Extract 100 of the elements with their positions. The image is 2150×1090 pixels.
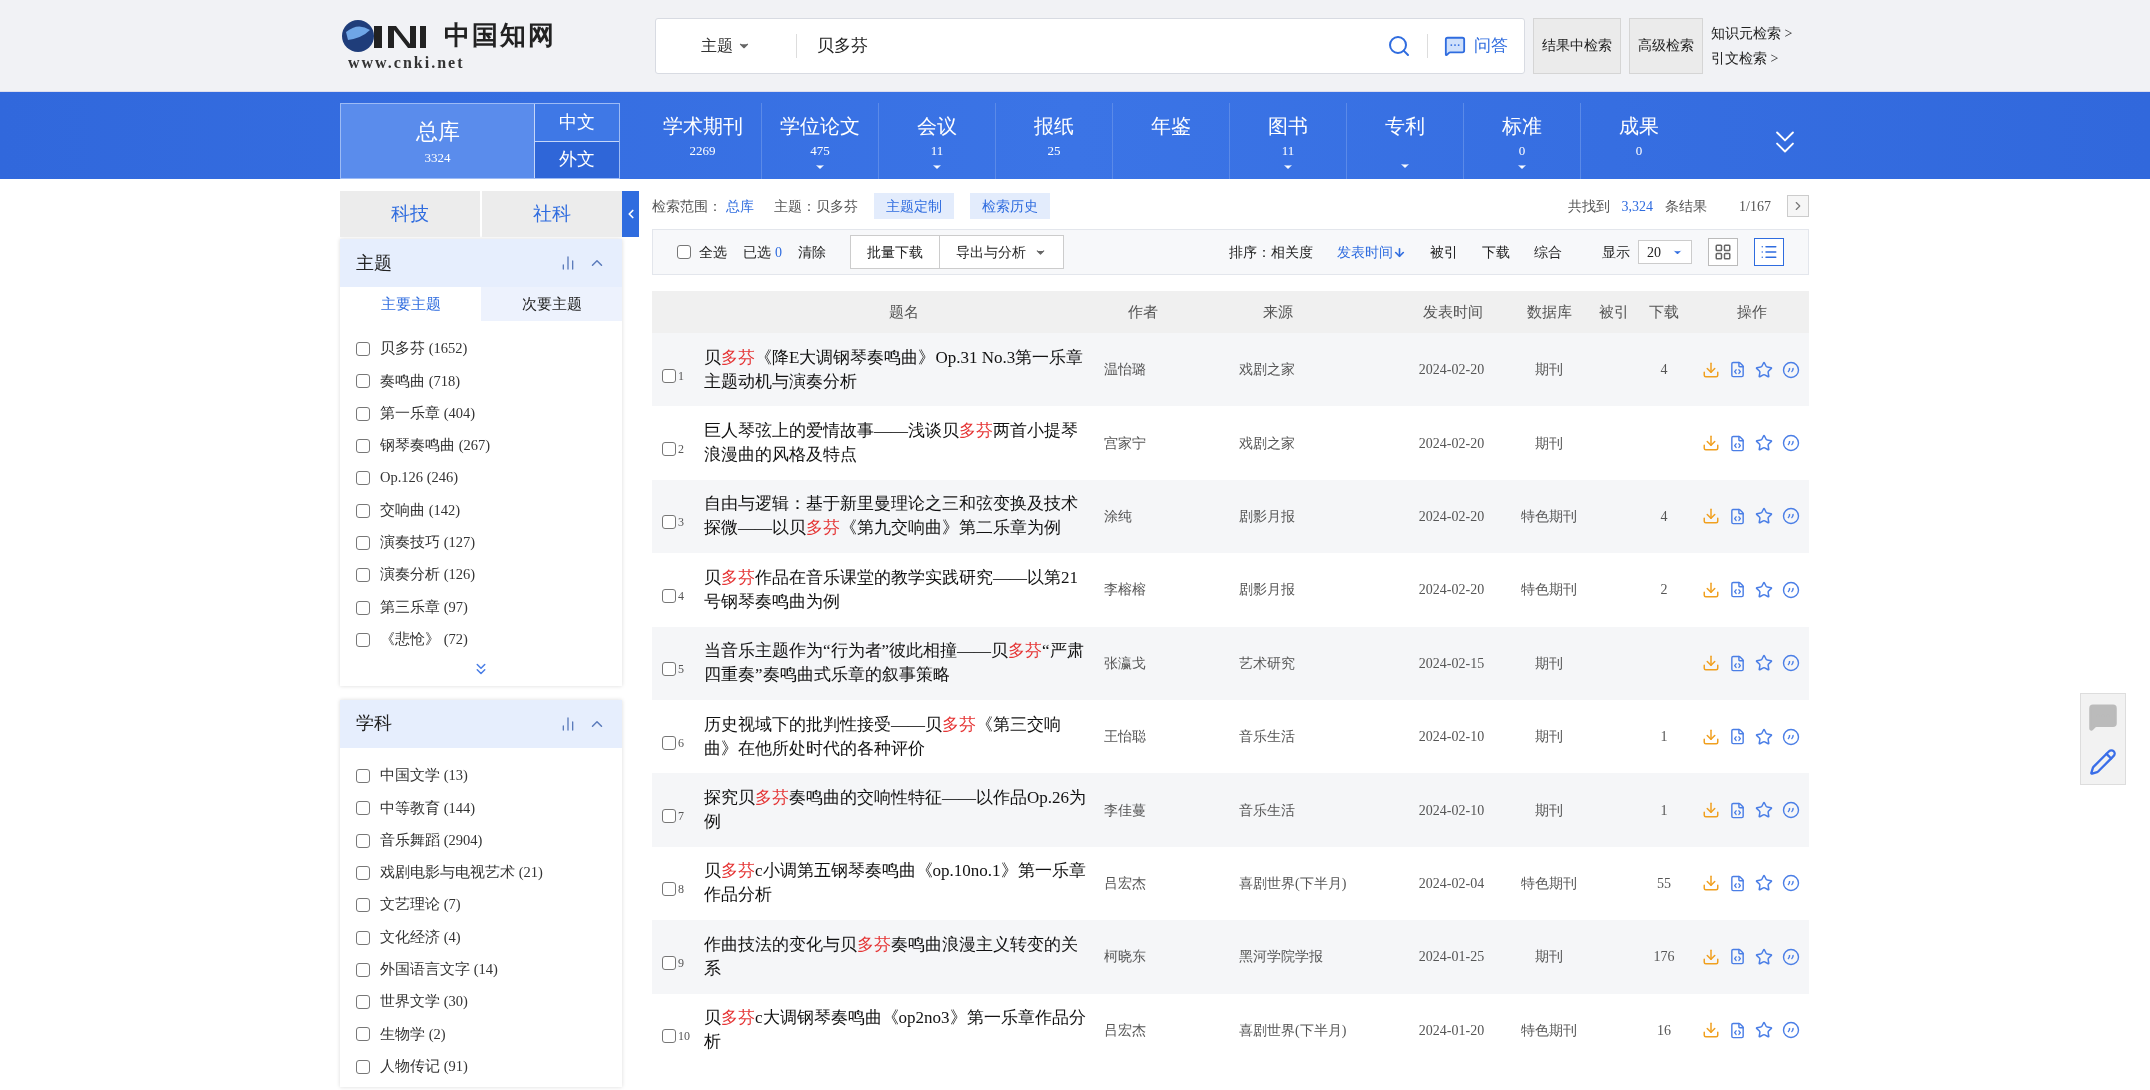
facet-item[interactable]: 《悲怆》 (72) bbox=[380, 628, 468, 651]
checkbox[interactable] bbox=[662, 515, 676, 530]
facet-item[interactable]: 文化经济 (4) bbox=[380, 926, 461, 949]
search-input[interactable]: 贝多芬 bbox=[797, 32, 1387, 59]
chart-icon[interactable] bbox=[560, 255, 576, 271]
result-title-link[interactable]: 探究贝多芬奏鸣曲的交响性特征——以作品Op.26为例 bbox=[704, 786, 1104, 835]
facet-item[interactable]: 中国文学 (13) bbox=[380, 765, 468, 787]
scope-button[interactable]: 检索历史 bbox=[970, 193, 1050, 219]
facet-item[interactable]: 贝多芬 (1652) bbox=[380, 338, 468, 360]
checkbox[interactable] bbox=[356, 535, 370, 550]
quote-icon[interactable] bbox=[1782, 507, 1800, 526]
facet-item[interactable]: 中等教育 (144) bbox=[380, 797, 476, 820]
checkbox[interactable] bbox=[356, 962, 370, 977]
result-title-link[interactable]: 贝多芬作品在音乐课堂的教学实践研究——以第21号钢琴奏鸣曲为例 bbox=[704, 565, 1104, 614]
category-tab[interactable]: 科技 bbox=[340, 191, 480, 237]
checkbox[interactable] bbox=[356, 471, 370, 486]
download-icon[interactable] bbox=[1702, 1021, 1720, 1040]
database-tab[interactable]: 图书 11 bbox=[1229, 103, 1346, 179]
search-option-button[interactable]: 高级检索 bbox=[1629, 17, 1703, 74]
document-icon[interactable] bbox=[1729, 581, 1746, 599]
quote-icon[interactable] bbox=[1782, 434, 1800, 453]
star-icon[interactable] bbox=[1755, 727, 1773, 746]
sort-option[interactable]: 下载 bbox=[1482, 241, 1510, 263]
source-cell[interactable]: 剧影月报 bbox=[1239, 505, 1399, 527]
clear-link[interactable]: 清除 bbox=[798, 241, 826, 263]
star-icon[interactable] bbox=[1755, 1021, 1773, 1040]
facet-item[interactable]: 第三乐章 (97) bbox=[380, 596, 468, 619]
document-icon[interactable] bbox=[1729, 801, 1746, 819]
checkbox[interactable] bbox=[356, 866, 370, 880]
download-icon[interactable] bbox=[1702, 727, 1720, 746]
author-cell[interactable]: 李佳蔓 bbox=[1104, 799, 1239, 821]
source-cell[interactable]: 戏剧之家 bbox=[1239, 359, 1399, 381]
star-icon[interactable] bbox=[1755, 801, 1773, 820]
author-cell[interactable]: 宫家宁 bbox=[1104, 432, 1239, 454]
result-title-link[interactable]: 贝多芬c大调钢琴奏鸣曲《op2no3》第一乐章作品分析 bbox=[704, 1006, 1104, 1055]
facet-tab[interactable]: 次要主题 bbox=[481, 287, 622, 321]
facet-header[interactable]: 主题 bbox=[340, 239, 622, 287]
document-icon[interactable] bbox=[1729, 434, 1746, 452]
facet-item[interactable]: 交响曲 (142) bbox=[380, 499, 461, 522]
checkbox[interactable] bbox=[356, 406, 370, 421]
quote-icon[interactable] bbox=[1782, 1021, 1800, 1040]
source-cell[interactable]: 音乐生活 bbox=[1239, 799, 1399, 821]
database-tab[interactable]: 专利 bbox=[1346, 103, 1463, 179]
author-cell[interactable]: 吕宏杰 bbox=[1104, 1019, 1239, 1041]
checkbox[interactable] bbox=[356, 568, 370, 583]
checkbox[interactable] bbox=[662, 368, 676, 383]
sort-option[interactable]: 发表时间 bbox=[1337, 241, 1406, 263]
checkbox[interactable] bbox=[662, 1029, 676, 1044]
list-view-button[interactable] bbox=[1754, 238, 1784, 266]
chart-icon[interactable] bbox=[560, 715, 576, 732]
checkbox[interactable] bbox=[356, 898, 370, 913]
facet-item[interactable]: 演奏技巧 (127) bbox=[380, 532, 476, 554]
source-cell[interactable]: 艺术研究 bbox=[1239, 652, 1399, 674]
source-cell[interactable]: 戏剧之家 bbox=[1239, 432, 1399, 454]
author-cell[interactable]: 柯晓东 bbox=[1104, 946, 1239, 968]
checkbox[interactable] bbox=[356, 769, 370, 784]
author-cell[interactable]: 张瀛戈 bbox=[1104, 652, 1239, 674]
next-page-button[interactable] bbox=[1787, 195, 1809, 217]
checkbox[interactable] bbox=[356, 503, 370, 518]
facet-item[interactable]: 世界文学 (30) bbox=[380, 991, 468, 1014]
source-cell[interactable]: 剧影月报 bbox=[1239, 579, 1399, 601]
quote-icon[interactable] bbox=[1782, 580, 1800, 599]
quote-icon[interactable] bbox=[1782, 727, 1800, 746]
database-tab[interactable]: 会议 11 bbox=[878, 103, 995, 179]
facet-item[interactable]: 生物学 (2) bbox=[380, 1023, 446, 1046]
document-icon[interactable] bbox=[1729, 874, 1746, 892]
toolbar-button[interactable]: 导出与分析 bbox=[940, 235, 1064, 269]
document-icon[interactable] bbox=[1729, 1021, 1746, 1039]
result-title-link[interactable]: 当音乐主题作为“行为者”彼此相撞——贝多芬“严肃四重奏”奏鸣曲式乐章的叙事策略 bbox=[704, 639, 1104, 688]
result-title-link[interactable]: 自由与逻辑：基于新里曼理论之三和弦变换及技术探微——以贝多芬《第九交响曲》第二乐章为例 bbox=[704, 492, 1104, 541]
author-cell[interactable]: 李榕榕 bbox=[1104, 579, 1239, 601]
source-cell[interactable]: 音乐生活 bbox=[1239, 726, 1399, 748]
star-icon[interactable] bbox=[1755, 654, 1773, 673]
checkbox[interactable] bbox=[356, 439, 370, 454]
sort-option[interactable]: 相关度 bbox=[1271, 241, 1313, 263]
facet-item[interactable]: 第一乐章 (404) bbox=[380, 402, 476, 425]
checkbox[interactable] bbox=[662, 809, 676, 824]
source-cell[interactable]: 喜剧世界(下半月) bbox=[1239, 1019, 1399, 1041]
download-icon[interactable] bbox=[1702, 580, 1720, 599]
checkbox[interactable] bbox=[662, 882, 676, 897]
search-link[interactable]: 引文检索 > bbox=[1711, 47, 1793, 69]
search-field[interactable]: 主题 贝多芬 问答 bbox=[655, 17, 1525, 74]
field-dropdown[interactable]: 主题 bbox=[656, 33, 796, 58]
facet-item[interactable]: 人物传记 (91) bbox=[380, 1055, 468, 1078]
result-title-link[interactable]: 贝多芬c小调第五钢琴奏鸣曲《op.10no.1》第一乐章作品分析 bbox=[704, 859, 1104, 908]
category-tab[interactable]: 社科 bbox=[482, 191, 622, 237]
language-tab[interactable]: 中文 bbox=[534, 104, 619, 142]
sort-option[interactable]: 综合 bbox=[1534, 241, 1562, 263]
author-cell[interactable]: 温怡璐 bbox=[1104, 359, 1239, 381]
collapse-sidebar-button[interactable] bbox=[622, 191, 639, 237]
facet-item[interactable]: 外国语言文字 (14) bbox=[380, 959, 498, 981]
checkbox[interactable] bbox=[662, 735, 676, 750]
quote-icon[interactable] bbox=[1782, 801, 1800, 820]
search-icon[interactable] bbox=[1387, 33, 1411, 58]
result-title-link[interactable]: 巨人琴弦上的爱情故事——浅谈贝多芬两首小提琴浪漫曲的风格及特点 bbox=[704, 419, 1104, 468]
qa-link[interactable]: 问答 bbox=[1428, 32, 1524, 59]
checkbox[interactable] bbox=[356, 1027, 370, 1042]
download-icon[interactable] bbox=[1702, 947, 1720, 966]
checkbox[interactable] bbox=[356, 930, 370, 945]
quote-icon[interactable] bbox=[1782, 947, 1800, 966]
